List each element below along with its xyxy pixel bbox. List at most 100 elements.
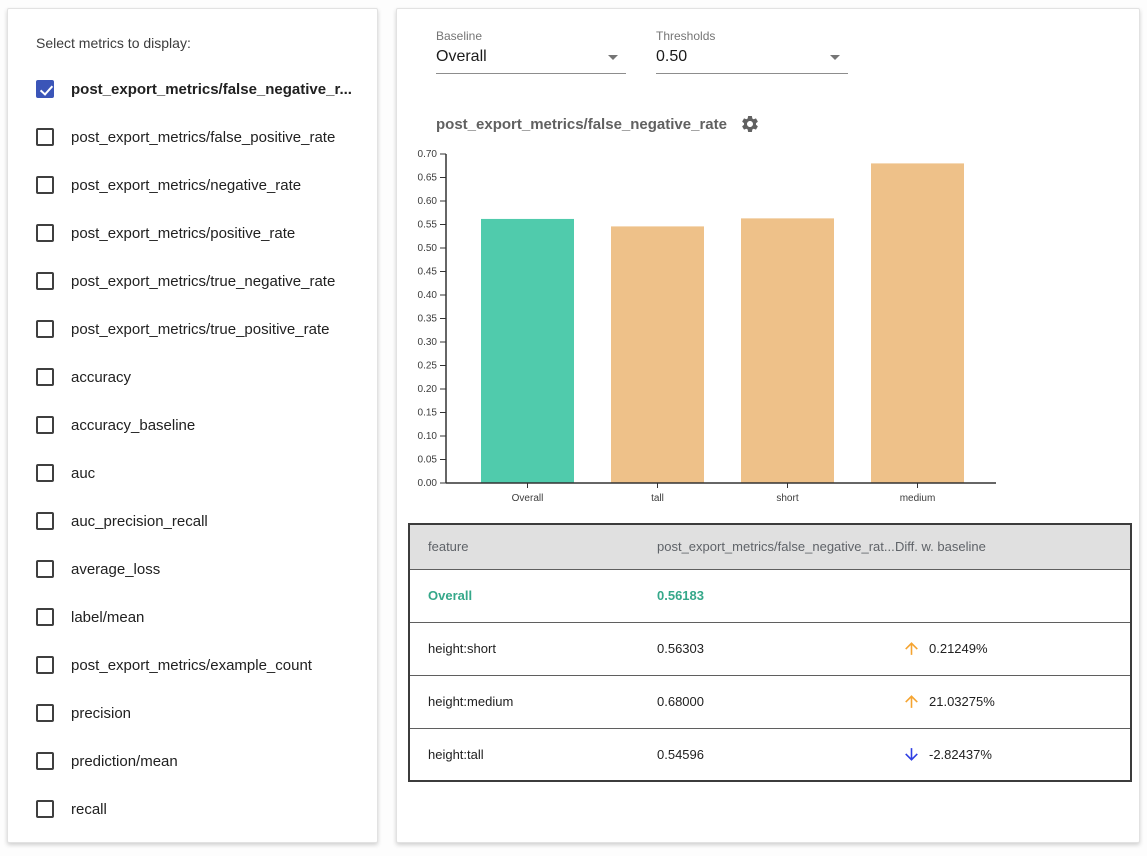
metric-value-cell: 0.56303: [657, 622, 895, 675]
svg-text:0.15: 0.15: [418, 408, 438, 419]
metric-label: post_export_metrics/true_positive_rate: [71, 321, 329, 338]
metric-label: post_export_metrics/example_count: [71, 657, 312, 674]
chevron-down-icon: [830, 55, 840, 60]
bar-chart[interactable]: Overall tall short medium 0.00 0.05 0.10 0.15 0.…: [408, 146, 1008, 508]
settings-gear-icon[interactable]: [740, 114, 760, 134]
table-row[interactable]: height:medium0.6800021.03275%: [409, 675, 1131, 728]
metric-item[interactable]: precision: [36, 689, 361, 737]
thresholds-field: Thresholds 0.50: [656, 29, 848, 74]
metric-label: auc_precision_recall: [71, 513, 208, 530]
svg-text:short: short: [776, 493, 798, 504]
metric-item[interactable]: post_export_metrics/true_negative_rate: [36, 257, 361, 305]
checkbox-unchecked-icon[interactable]: [36, 224, 54, 242]
metrics-table-body: Overall0.56183height:short0.563030.21249…: [409, 569, 1131, 781]
table-row[interactable]: Overall0.56183: [409, 569, 1131, 622]
svg-text:medium: medium: [900, 493, 936, 504]
table-header-row: feature post_export_metrics/false_negati…: [409, 524, 1131, 569]
metric-label: post_export_metrics/negative_rate: [71, 177, 301, 194]
chart-title: post_export_metrics/false_negative_rate: [436, 116, 727, 133]
checkbox-unchecked-icon[interactable]: [36, 176, 54, 194]
metrics-table: feature post_export_metrics/false_negati…: [408, 523, 1132, 782]
svg-text:0.00: 0.00: [418, 478, 438, 489]
thresholds-label: Thresholds: [656, 29, 848, 43]
svg-text:0.35: 0.35: [418, 314, 438, 325]
checkbox-unchecked-icon[interactable]: [36, 608, 54, 626]
metric-label: prediction/mean: [71, 753, 178, 770]
metric-item[interactable]: prediction/mean: [36, 737, 361, 785]
svg-text:0.30: 0.30: [418, 337, 438, 348]
metric-label: label/mean: [71, 609, 144, 626]
chevron-down-icon: [608, 55, 618, 60]
metric-label: accuracy_baseline: [71, 417, 195, 434]
diff-cell: 0.21249%: [895, 622, 1131, 675]
metric-label: post_export_metrics/false_negative_r...: [71, 81, 352, 98]
diff-cell: 21.03275%: [895, 675, 1131, 728]
svg-text:0.25: 0.25: [418, 361, 438, 372]
arrow-up-icon: [902, 692, 921, 711]
feature-cell: Overall: [409, 569, 657, 622]
svg-text:0.55: 0.55: [418, 220, 438, 231]
svg-text:0.70: 0.70: [418, 149, 438, 160]
bar-Overall[interactable]: [481, 219, 574, 483]
checkbox-unchecked-icon[interactable]: [36, 272, 54, 290]
checkbox-unchecked-icon[interactable]: [36, 368, 54, 386]
metric-selector-panel: Select metrics to display: post_export_m…: [7, 8, 378, 843]
metric-label: post_export_metrics/positive_rate: [71, 225, 295, 242]
thresholds-select[interactable]: 0.50: [656, 46, 848, 74]
metric-item[interactable]: average_loss: [36, 545, 361, 593]
svg-text:0.40: 0.40: [418, 290, 438, 301]
column-header-metric: post_export_metrics/false_negative_rat..…: [657, 524, 895, 569]
svg-text:0.45: 0.45: [418, 267, 438, 278]
checkbox-unchecked-icon[interactable]: [36, 560, 54, 578]
table-row[interactable]: height:short0.563030.21249%: [409, 622, 1131, 675]
checkbox-unchecked-icon[interactable]: [36, 800, 54, 818]
metric-list: post_export_metrics/false_negative_r...p…: [36, 65, 361, 833]
checkbox-unchecked-icon[interactable]: [36, 128, 54, 146]
thresholds-value: 0.50: [656, 48, 687, 66]
bar-short[interactable]: [741, 218, 834, 483]
metric-item[interactable]: post_export_metrics/negative_rate: [36, 161, 361, 209]
metric-item[interactable]: post_export_metrics/false_negative_r...: [36, 65, 361, 113]
bar-medium[interactable]: [871, 163, 964, 483]
checkbox-unchecked-icon[interactable]: [36, 512, 54, 530]
metric-item[interactable]: accuracy_baseline: [36, 401, 361, 449]
controls-row: Baseline Overall Thresholds 0.50: [436, 29, 1139, 74]
checkbox-unchecked-icon[interactable]: [36, 656, 54, 674]
table-row[interactable]: height:tall0.54596-2.82437%: [409, 728, 1131, 781]
svg-text:0.20: 0.20: [418, 384, 438, 395]
metric-item[interactable]: post_export_metrics/false_positive_rate: [36, 113, 361, 161]
metric-item[interactable]: post_export_metrics/positive_rate: [36, 209, 361, 257]
checkbox-unchecked-icon[interactable]: [36, 416, 54, 434]
svg-text:0.05: 0.05: [418, 455, 438, 466]
chart-header: post_export_metrics/false_negative_rate: [436, 114, 1139, 134]
bar-tall[interactable]: [611, 226, 704, 483]
checkbox-unchecked-icon[interactable]: [36, 464, 54, 482]
metric-item[interactable]: recall: [36, 785, 361, 833]
checkbox-unchecked-icon[interactable]: [36, 320, 54, 338]
checkbox-unchecked-icon[interactable]: [36, 704, 54, 722]
metric-label: recall: [71, 801, 107, 818]
metric-item[interactable]: auc: [36, 449, 361, 497]
checkbox-unchecked-icon[interactable]: [36, 752, 54, 770]
metric-item[interactable]: auc_precision_recall: [36, 497, 361, 545]
svg-text:Overall: Overall: [512, 493, 544, 504]
metric-item[interactable]: accuracy: [36, 353, 361, 401]
metric-item[interactable]: post_export_metrics/true_positive_rate: [36, 305, 361, 353]
metric-label: accuracy: [71, 369, 131, 386]
metrics-panel: Baseline Overall Thresholds 0.50 post_ex…: [396, 8, 1140, 843]
arrow-up-icon: [902, 639, 921, 658]
feature-cell: height:short: [409, 622, 657, 675]
diff-value: -2.82437%: [929, 747, 992, 762]
checkbox-checked-icon[interactable]: [36, 80, 54, 98]
bar-chart-container: Overall tall short medium 0.00 0.05 0.10 0.15 0.…: [408, 146, 1139, 513]
metric-item[interactable]: post_export_metrics/example_count: [36, 641, 361, 689]
metric-item[interactable]: label/mean: [36, 593, 361, 641]
arrow-down-icon: [902, 745, 921, 764]
svg-text:tall: tall: [651, 493, 664, 504]
metric-label: average_loss: [71, 561, 160, 578]
diff-cell: -2.82437%: [895, 728, 1131, 781]
baseline-select[interactable]: Overall: [436, 46, 626, 74]
svg-text:0.10: 0.10: [418, 431, 438, 442]
baseline-label: Baseline: [436, 29, 626, 43]
svg-text:0.60: 0.60: [418, 196, 438, 207]
